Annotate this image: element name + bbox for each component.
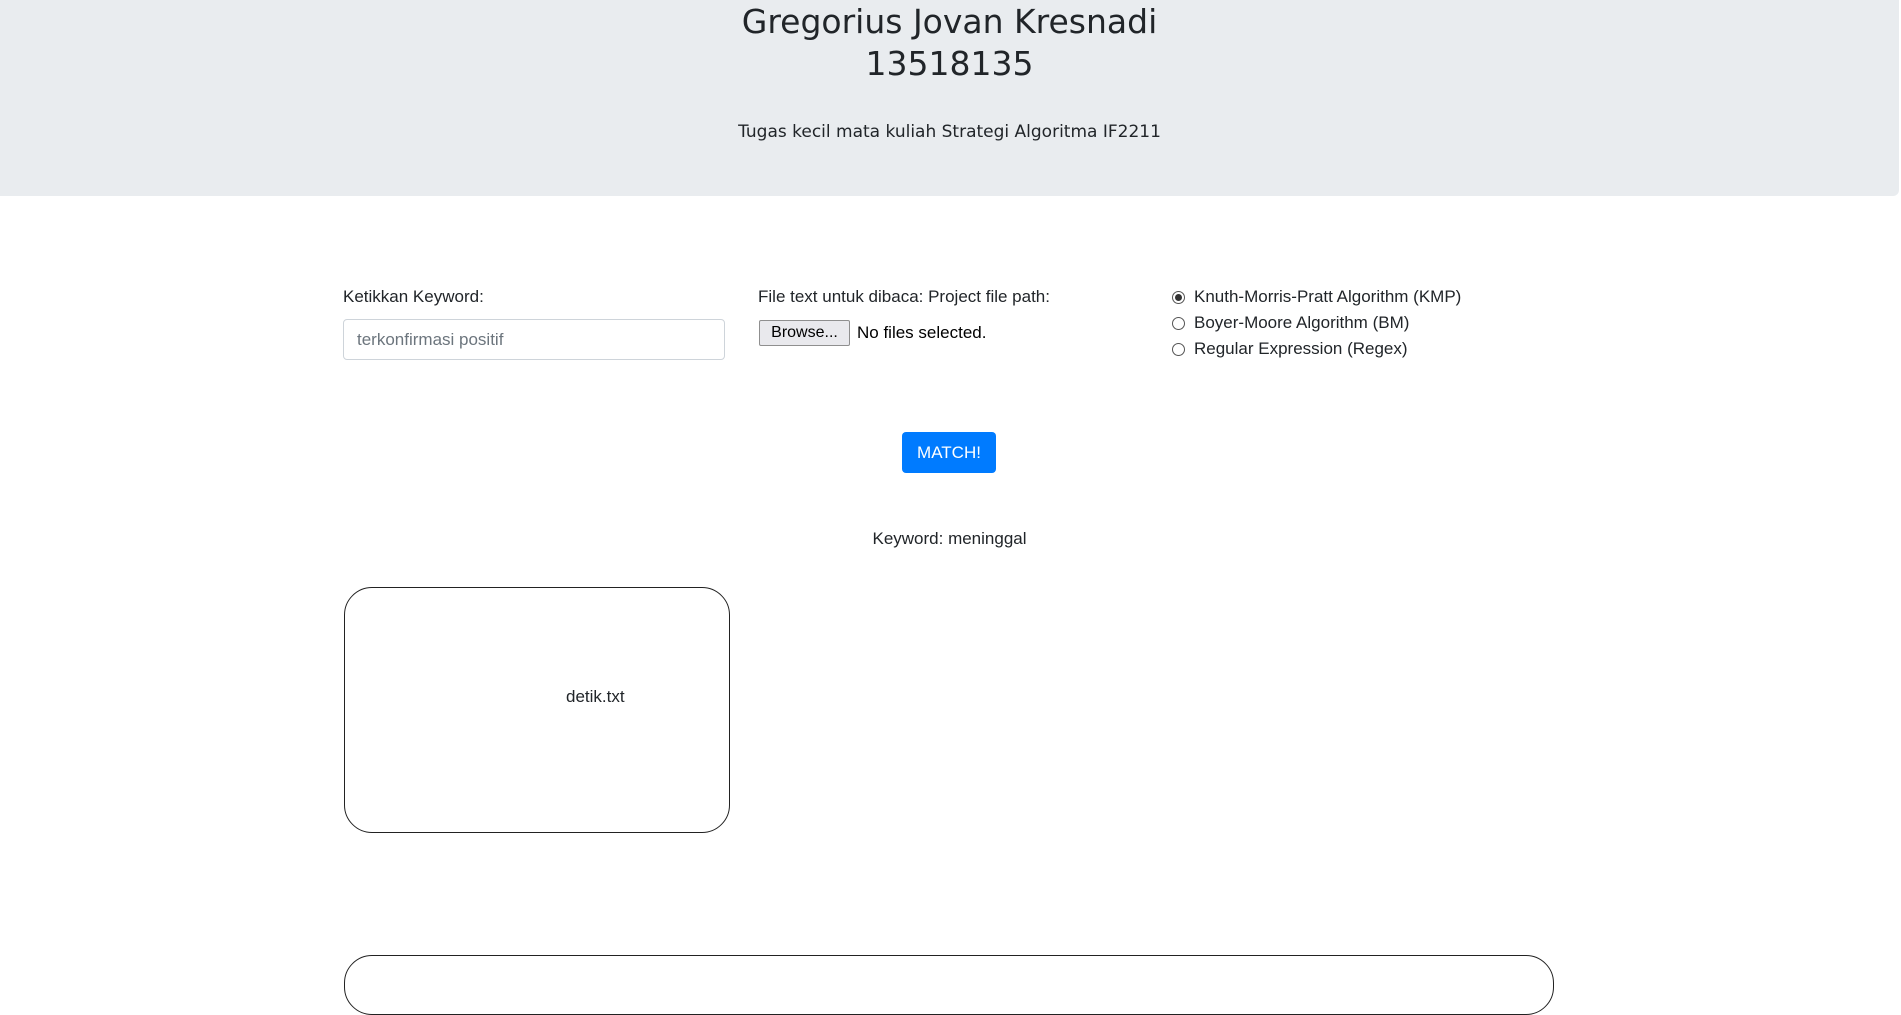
result-detail-card (344, 955, 1554, 1015)
radio-label-regex: Regular Expression (Regex) (1194, 339, 1408, 358)
radio-button-regex[interactable] (1172, 342, 1185, 356)
page-subtitle: Tugas kecil mata kuliah Strategi Algorit… (738, 122, 1161, 142)
radio-kmp[interactable]: Knuth-Morris-Pratt Algorithm (KMP) (1172, 286, 1461, 308)
match-button[interactable]: MATCH! (902, 432, 996, 473)
radio-bm[interactable]: Boyer-Moore Algorithm (BM) (1172, 312, 1409, 334)
result-card[interactable]: detik.txt (344, 587, 730, 833)
radio-regex[interactable]: Regular Expression (Regex) (1172, 338, 1408, 360)
radio-button-kmp[interactable] (1172, 290, 1185, 304)
header-jumbotron: Gregorius Jovan Kresnadi 13518135 Tugas … (0, 0, 1899, 196)
radio-label-bm: Boyer-Moore Algorithm (BM) (1194, 313, 1410, 332)
file-status: No files selected. (857, 323, 987, 342)
result-file-name: detik.txt (566, 687, 625, 706)
student-id: 13518135 (865, 44, 1034, 83)
radio-label-kmp: Knuth-Morris-Pratt Algorithm (KMP) (1194, 287, 1462, 306)
keyword-result: Keyword: meninggal (872, 529, 1027, 548)
browse-button[interactable]: Browse... (759, 320, 850, 346)
file-label: File text untuk dibaca: Project file pat… (758, 287, 1050, 306)
radio-button-bm[interactable] (1172, 316, 1185, 330)
keyword-label: Ketikkan Keyword: (343, 287, 484, 306)
keyword-input[interactable] (343, 319, 725, 360)
author-name: Gregorius Jovan Kresnadi (741, 2, 1158, 41)
